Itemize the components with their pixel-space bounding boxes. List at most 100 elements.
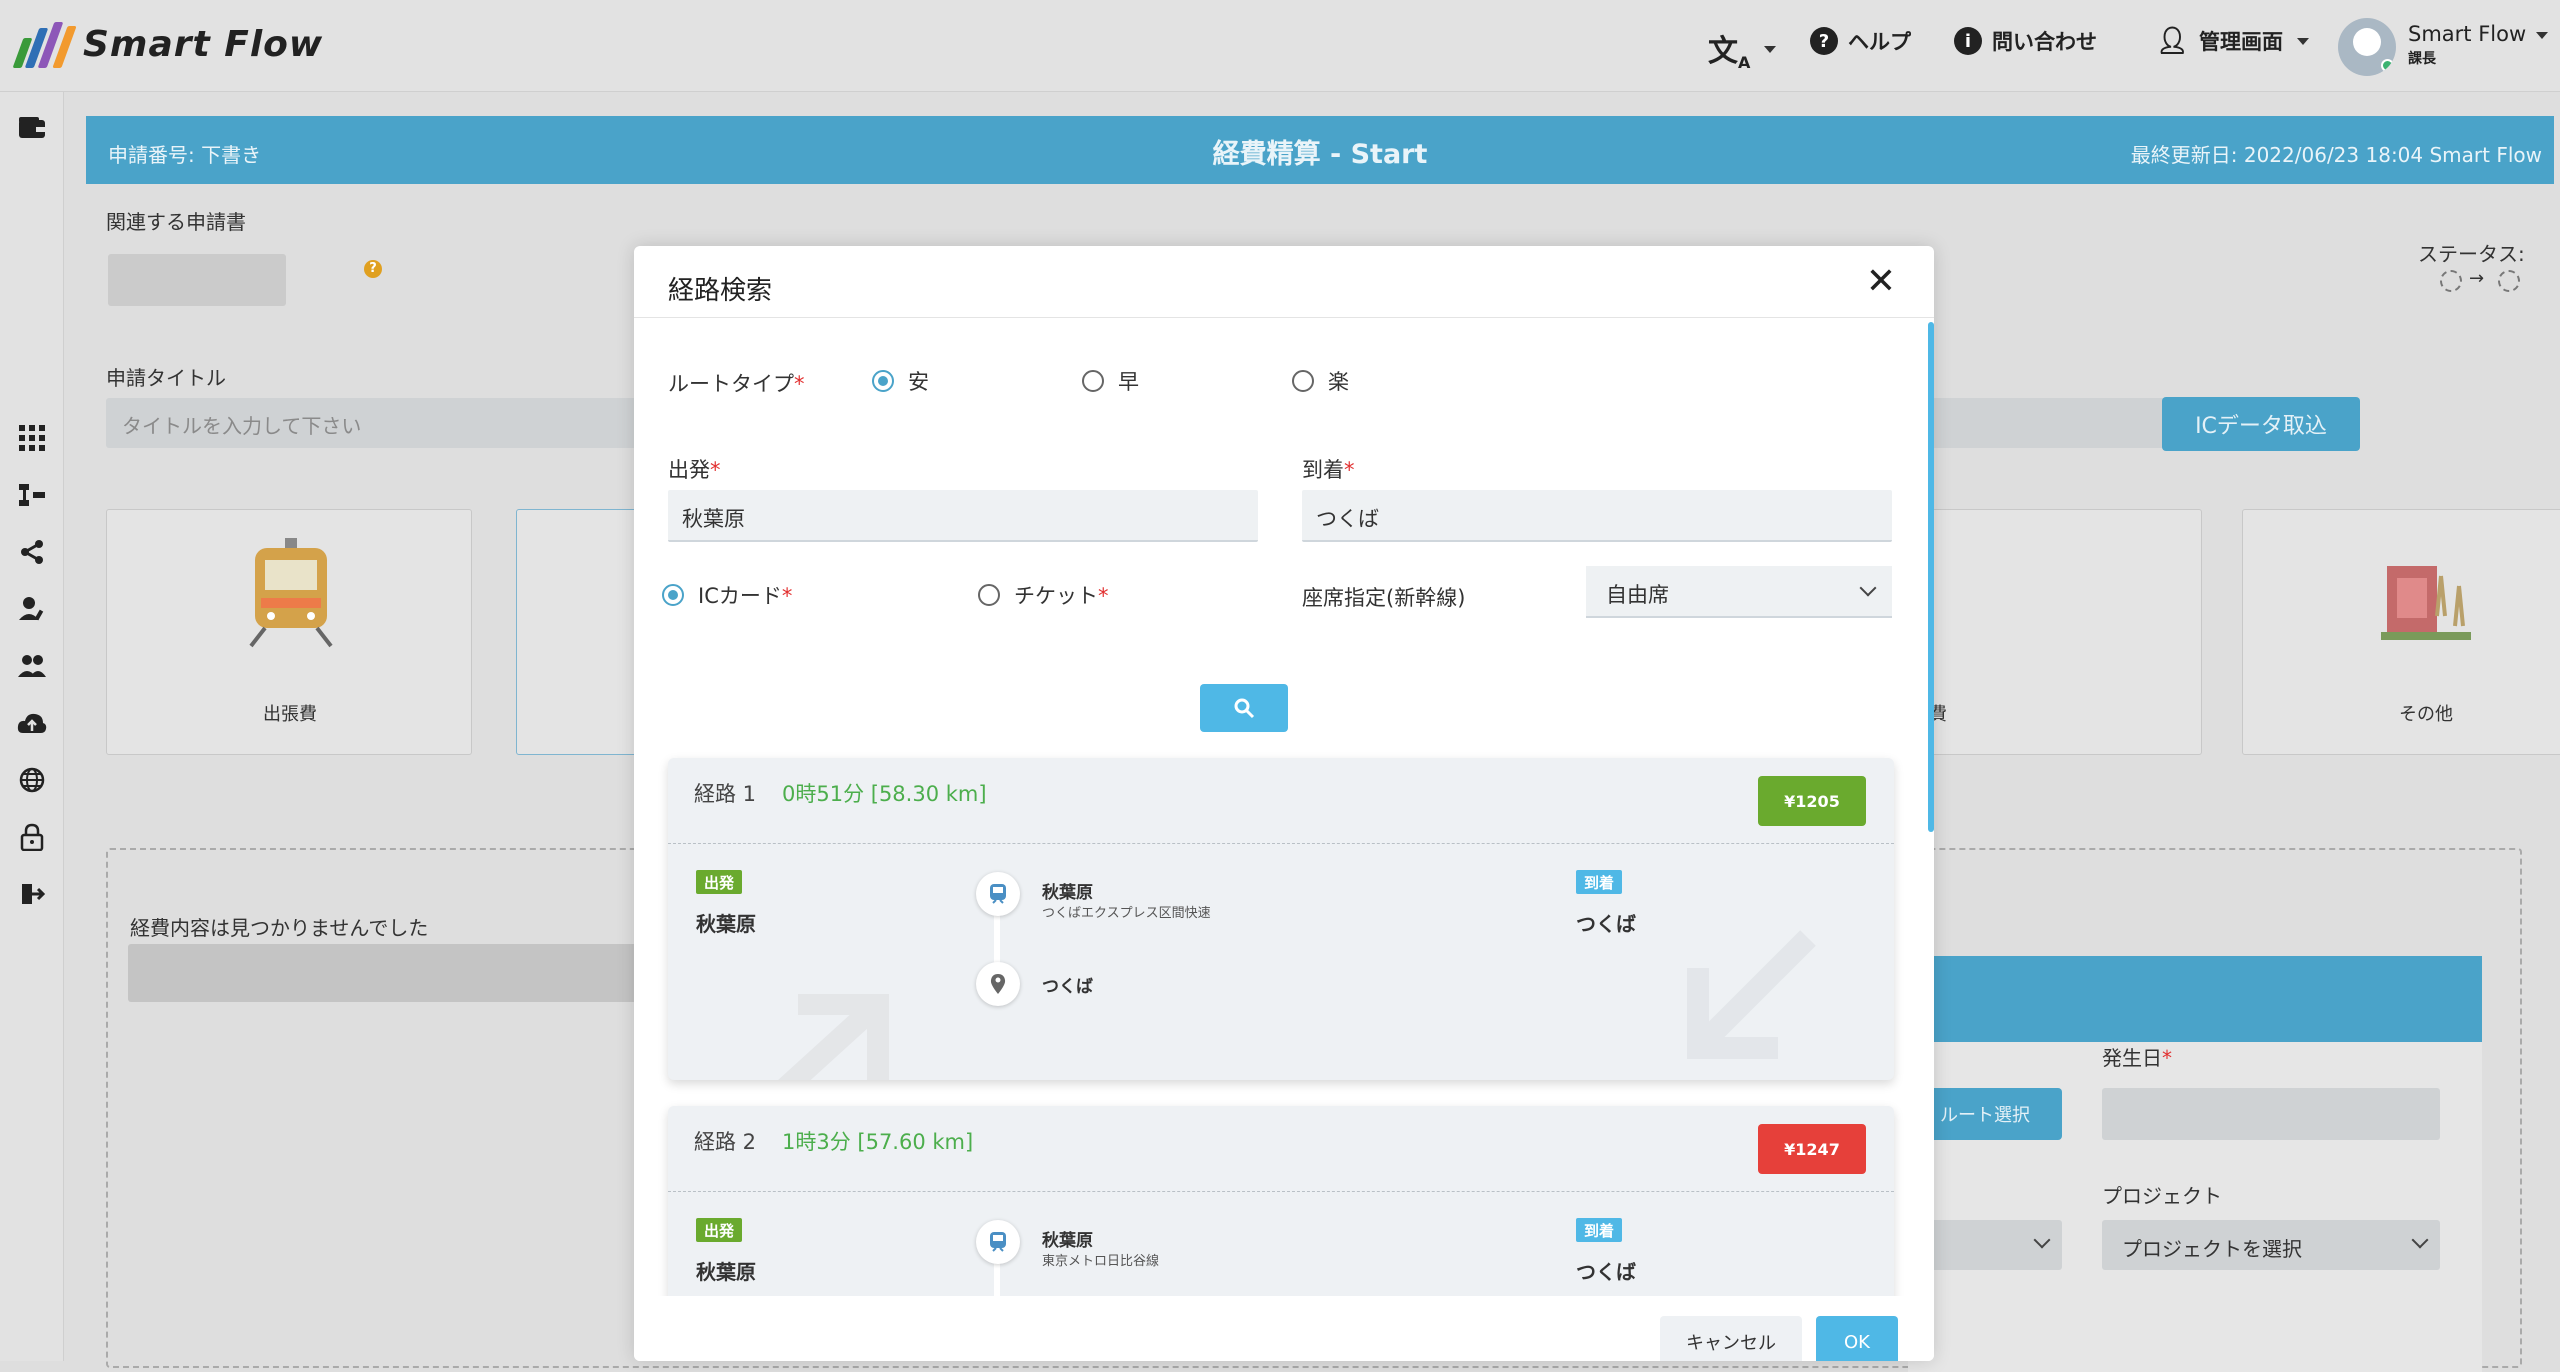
help-link[interactable]: ? ヘルプ <box>1810 26 1911 56</box>
user-menu[interactable]: Smart Flow 課長 <box>2408 22 2549 68</box>
users-icon[interactable] <box>16 650 48 682</box>
radio-unchecked-icon <box>1292 370 1314 392</box>
grid-icon[interactable] <box>16 422 48 454</box>
route-name: 経路 2 <box>694 1130 757 1154</box>
logout-icon[interactable] <box>16 878 48 910</box>
search-icon <box>1234 698 1255 719</box>
stop-station: 秋葉原 <box>1042 1231 1093 1251</box>
category-card-other[interactable]: その他 <box>2242 509 2560 755</box>
top-bar: Smart Flow 文A ? ヘルプ i 問い合わせ 👤︎ 管理画面 Smart F… <box>0 0 2560 92</box>
related-requests-field[interactable] <box>108 254 286 306</box>
empty-message: 経費内容は見つかりませんでした <box>130 916 429 940</box>
route-header: 経路 2 1時3分 [57.60 km] ¥1247 <box>668 1106 1894 1192</box>
route-search-modal: 経路検索 ✕ ルートタイプ* 安 早 楽 出発* 到着* 秋葉原 つくば ICカ… <box>634 246 1934 1361</box>
project-select-value: プロジェクトを選択 <box>2122 1237 2302 1261</box>
lock-icon[interactable] <box>16 821 48 853</box>
cloud-upload-icon[interactable] <box>16 707 48 739</box>
modal-scrollbar[interactable] <box>1928 322 1934 832</box>
ic-import-button[interactable]: ICデータ取込 <box>2162 397 2360 451</box>
status-label: ステータス: <box>2418 242 2525 266</box>
train-icon <box>976 1220 1020 1264</box>
route-type-cheap-radio[interactable]: 安 <box>872 366 929 396</box>
ticket-radio[interactable]: チケット* <box>978 580 1109 610</box>
modal-header: 経路検索 ✕ <box>634 246 1934 318</box>
close-icon[interactable]: ✕ <box>1866 264 1896 300</box>
route-result-1[interactable]: 経路 1 0時51分 [58.30 km] ¥1205 出発 秋葉原 到着 つく… <box>668 758 1894 1080</box>
chevron-down-icon <box>2411 1231 2429 1249</box>
depart-tag: 出発 <box>696 1218 743 1242</box>
cancel-button[interactable]: キャンセル <box>1660 1316 1802 1361</box>
train-line: つくばエクスプレス区間快速 <box>1042 906 1211 921</box>
arrow-down-left-icon <box>1687 930 1816 1059</box>
globe-icon[interactable] <box>16 764 48 796</box>
from-label: 出発* <box>668 458 721 482</box>
app-name: Smart Flow <box>83 23 324 65</box>
app-logo[interactable]: Smart Flow <box>12 20 324 68</box>
ok-button[interactable]: OK <box>1816 1316 1898 1361</box>
stop-station: 秋葉原 <box>1042 883 1093 903</box>
user-role: 課長 <box>2408 51 2436 67</box>
status-circle <box>2498 270 2520 292</box>
online-status-dot <box>2381 59 2394 72</box>
seat-select-value: 自由席 <box>1606 583 1669 607</box>
project-select[interactable]: プロジェクトを選択 <box>2102 1220 2440 1270</box>
category-card-3[interactable]: 費 <box>1896 509 2202 755</box>
seat-label: 座席指定(新幹線) <box>1302 586 1466 610</box>
share-icon[interactable] <box>16 536 48 568</box>
route-type-easy-radio[interactable]: 楽 <box>1292 366 1349 396</box>
arrow-up-right-icon <box>778 994 889 1080</box>
date-input[interactable] <box>2102 1088 2440 1140</box>
chevron-down-icon <box>2297 37 2310 45</box>
radio-unchecked-icon <box>1082 370 1104 392</box>
gift-icon <box>2381 566 2471 640</box>
radio-unchecked-icon <box>978 584 1000 606</box>
route-type-label: ルートタイプ* <box>668 372 805 396</box>
route-name: 経路 1 <box>694 782 757 806</box>
contact-link[interactable]: i 問い合わせ <box>1954 26 2097 56</box>
price-badge[interactable]: ¥1247 <box>1758 1124 1866 1174</box>
route-time: 1時3分 [57.60 km] <box>782 1130 974 1154</box>
expense-detail-header <box>1908 956 2482 1042</box>
search-button[interactable] <box>1200 684 1288 732</box>
logo-mark <box>12 20 77 68</box>
category-card-travel[interactable]: 出張費 <box>106 509 472 755</box>
user-edit-icon[interactable] <box>16 593 48 625</box>
contact-label: 問い合わせ <box>1992 30 2097 54</box>
map-pin-icon <box>976 962 1020 1006</box>
depart-tag: 出発 <box>696 870 743 894</box>
date-label: 発生日* <box>2102 1046 2172 1070</box>
radio-label: 安 <box>908 370 929 394</box>
modal-title: 経路検索 <box>668 276 773 306</box>
arrive-tag: 到着 <box>1576 870 1623 894</box>
chevron-down-icon <box>1859 579 1877 597</box>
expense-detail-panel: ルート選択 発生日* プロジェクト プロジェクトを選択 <box>1908 1042 2482 1372</box>
arrow-right-icon: → <box>2469 268 2485 289</box>
from-input[interactable]: 秋葉原 <box>668 490 1258 542</box>
user-name: Smart Flow <box>2408 22 2527 46</box>
to-input[interactable]: つくば <box>1302 490 1892 542</box>
avatar[interactable] <box>2338 18 2396 76</box>
ic-card-radio[interactable]: ICカード* <box>662 580 792 610</box>
flow-icon[interactable] <box>16 479 48 511</box>
help-icon[interactable]: ? <box>364 260 382 278</box>
help-icon: ? <box>1810 27 1838 55</box>
admin-label: 管理画面 <box>2199 30 2284 54</box>
chevron-down-icon <box>2033 1231 2051 1249</box>
route-time: 0時51分 [58.30 km] <box>782 782 987 806</box>
route-type-fast-radio[interactable]: 早 <box>1082 366 1139 396</box>
stop-station: つくば <box>1042 977 1093 997</box>
train-line: 東京メトロ日比谷線 <box>1042 1254 1160 1269</box>
language-menu[interactable]: 文A <box>1708 26 1777 72</box>
radio-label: ICカード* <box>698 584 793 608</box>
seat-select[interactable]: 自由席 <box>1586 566 1892 618</box>
help-label: ヘルプ <box>1848 30 1911 54</box>
price-badge[interactable]: ¥1205 <box>1758 776 1866 826</box>
admin-menu[interactable]: 👤︎ 管理画面 <box>2156 26 2310 56</box>
category-label: 出張費 <box>263 704 317 725</box>
train-icon <box>249 538 333 648</box>
form-header: 申請番号: 下書き 経費精算 - Start 最終更新日: 2022/06/23… <box>86 116 2554 184</box>
person-icon: 👤︎ <box>2156 26 2190 56</box>
radio-label: 楽 <box>1328 370 1349 394</box>
wallet-icon[interactable] <box>16 112 48 144</box>
radio-label: チケット* <box>1014 584 1109 608</box>
